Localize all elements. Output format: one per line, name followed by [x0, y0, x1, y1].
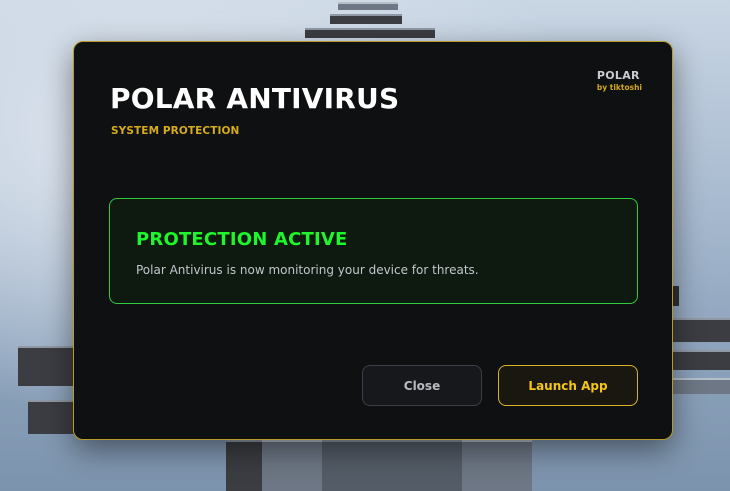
- close-button[interactable]: Close: [362, 365, 482, 406]
- pier-plank: [262, 440, 322, 491]
- pier-plank: [330, 14, 402, 24]
- dialog-subtitle: SYSTEM PROTECTION: [111, 125, 240, 137]
- pier-post: [673, 286, 679, 306]
- pier-plank: [673, 350, 730, 370]
- pier-plank: [322, 440, 462, 491]
- status-title: PROTECTION ACTIVE: [136, 229, 348, 250]
- status-description: Polar Antivirus is now monitoring your d…: [136, 263, 479, 277]
- brand-logo: POLAR by tiktoshi: [597, 69, 642, 92]
- protection-status-card: PROTECTION ACTIVE Polar Antivirus is now…: [109, 198, 638, 304]
- pier-plank: [673, 378, 730, 394]
- pier-plank: [18, 346, 74, 386]
- pier-plank: [226, 440, 262, 491]
- launch-app-button[interactable]: Launch App: [498, 365, 638, 406]
- brand-name: POLAR: [596, 69, 640, 82]
- pier-plank: [462, 440, 532, 491]
- brand-byline: by tiktoshi: [596, 83, 642, 92]
- pier-plank: [673, 318, 730, 342]
- antivirus-dialog: POLAR by tiktoshi POLAR ANTIVIRUS SYSTEM…: [73, 41, 673, 440]
- pier-plank: [305, 28, 435, 38]
- pier-plank: [28, 400, 74, 434]
- pier-plank: [338, 2, 398, 10]
- dialog-title: POLAR ANTIVIRUS: [110, 82, 400, 115]
